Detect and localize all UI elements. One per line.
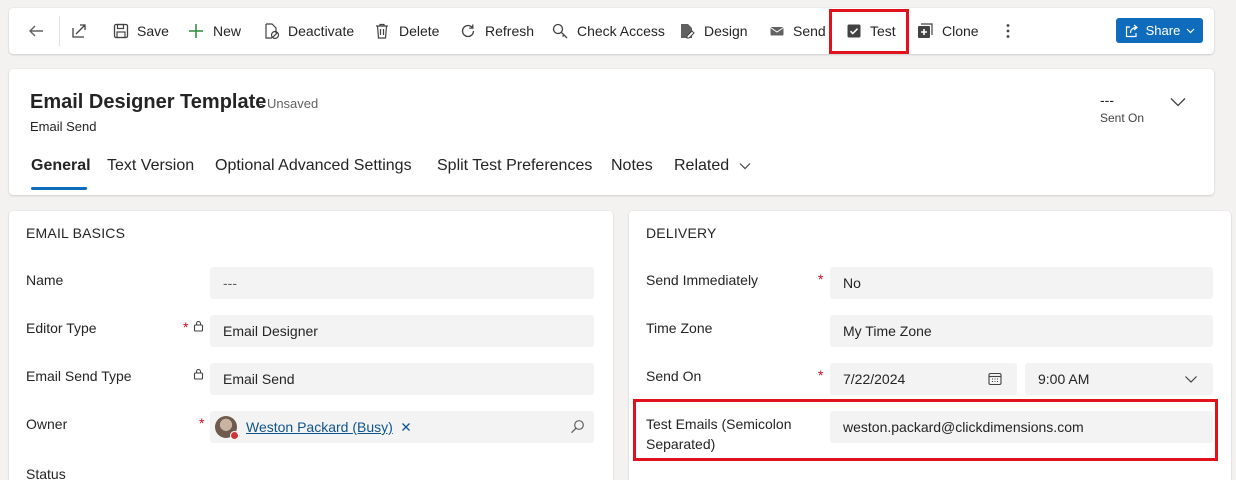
busy-presence-badge	[230, 431, 239, 440]
required-indicator: *	[818, 271, 824, 287]
chevron-down-icon	[1186, 28, 1195, 34]
owner-link[interactable]: Weston Packard (Busy)	[246, 419, 393, 435]
send-on-time-field[interactable]: 9:00 AM	[1025, 363, 1213, 395]
chevron-down-icon	[739, 163, 751, 170]
toolbar-divider	[59, 16, 60, 46]
calendar-icon[interactable]	[988, 372, 1002, 386]
email-basics-section: EMAIL BASICS Name --- Editor Type * Emai…	[9, 211, 613, 480]
test-emails-highlight-box	[633, 399, 1218, 461]
share-button[interactable]: Share	[1116, 18, 1203, 43]
tab-related-label: Related	[674, 157, 730, 174]
send-immediately-field[interactable]: No	[830, 267, 1213, 299]
editor-type-label: Editor Type	[26, 320, 97, 336]
deactivate-button[interactable]: Deactivate	[262, 18, 354, 44]
header-expand-button[interactable]	[1169, 95, 1187, 113]
tab-text-version[interactable]: Text Version	[107, 157, 194, 175]
lock-icon	[193, 368, 204, 380]
send-button[interactable]: Send	[769, 18, 826, 44]
clone-button[interactable]: Clone	[916, 18, 979, 44]
owner-lookup-field[interactable]: Weston Packard (Busy)	[210, 411, 594, 443]
design-label: Design	[704, 23, 748, 39]
send-on-time-value: 9:00 AM	[1038, 371, 1090, 387]
send-on-date-field[interactable]: 7/22/2024	[830, 363, 1017, 395]
search-icon[interactable]	[570, 419, 585, 434]
record-title: Email Designer Template	[30, 91, 267, 113]
popout-icon	[72, 24, 86, 38]
trash-icon	[376, 23, 388, 39]
lock-icon	[193, 320, 204, 332]
back-button[interactable]	[27, 18, 45, 44]
check-access-button[interactable]: Check Access	[551, 18, 665, 44]
email-send-type-label: Email Send Type	[26, 368, 132, 384]
tab-optional-advanced-settings[interactable]: Optional Advanced Settings	[215, 157, 412, 175]
design-icon	[681, 24, 695, 39]
owner-label: Owner	[26, 416, 68, 432]
chevron-down-icon[interactable]	[1184, 375, 1198, 384]
status-label: Status	[26, 466, 66, 480]
send-label: Send	[793, 23, 826, 39]
send-on-label: Send On	[646, 368, 702, 384]
delete-button[interactable]: Delete	[373, 18, 439, 44]
avatar	[215, 416, 239, 440]
required-indicator: *	[183, 319, 189, 335]
refresh-button[interactable]: Refresh	[459, 18, 534, 44]
time-zone-field[interactable]: My Time Zone	[830, 315, 1213, 347]
more-icon	[1006, 24, 1010, 38]
refresh-icon	[461, 24, 475, 38]
tab-split-test-preferences[interactable]: Split Test Preferences	[437, 157, 592, 175]
entity-name: Email Send	[30, 119, 97, 134]
share-label: Share	[1145, 23, 1181, 38]
save-button[interactable]: Save	[113, 18, 169, 44]
deactivate-label: Deactivate	[288, 23, 355, 39]
sent-on-value: ---	[1100, 92, 1114, 108]
time-zone-label: Time Zone	[646, 320, 713, 336]
email-send-type-field[interactable]: Email Send	[210, 363, 594, 395]
tab-related[interactable]: Related	[674, 157, 751, 175]
section-title: DELIVERY	[646, 225, 717, 241]
unsaved-indicator: - Unsaved	[259, 96, 319, 111]
test-highlight-box	[829, 9, 909, 54]
save-label: Save	[137, 23, 169, 39]
name-field[interactable]: ---	[210, 267, 594, 299]
deactivate-icon	[265, 23, 280, 40]
send-on-date-value: 7/22/2024	[843, 371, 906, 387]
close-icon[interactable]	[401, 422, 411, 432]
name-label: Name	[26, 272, 64, 288]
clone-icon	[918, 23, 933, 38]
editor-type-field[interactable]: Email Designer	[210, 315, 594, 347]
more-commands-button[interactable]	[1001, 18, 1015, 44]
check-access-label: Check Access	[577, 23, 665, 39]
plus-icon	[189, 24, 203, 38]
share-icon	[1125, 24, 1138, 37]
refresh-label: Refresh	[485, 23, 535, 39]
design-button[interactable]: Design	[678, 18, 748, 44]
clone-label: Clone	[942, 23, 979, 39]
check-access-icon	[552, 23, 568, 39]
active-tab-indicator	[31, 187, 87, 190]
send-immediately-label: Send Immediately	[646, 272, 759, 288]
back-icon	[29, 25, 43, 37]
delete-label: Delete	[399, 23, 440, 39]
new-button[interactable]: New	[187, 18, 241, 44]
mail-icon	[770, 27, 784, 36]
chevron-down-icon	[1170, 98, 1186, 107]
required-indicator: *	[199, 415, 205, 431]
sent-on-label: Sent On	[1100, 111, 1145, 125]
command-bar: Save New Deactivate Delete Refresh Check…	[9, 8, 1214, 54]
tab-general[interactable]: General	[31, 157, 91, 175]
record-header: Email Designer Template - Unsaved Email …	[9, 69, 1214, 195]
section-title: EMAIL BASICS	[26, 225, 126, 241]
new-label: New	[213, 23, 242, 39]
tab-notes[interactable]: Notes	[611, 157, 653, 175]
popout-button[interactable]	[70, 18, 88, 44]
save-icon	[113, 23, 129, 39]
required-indicator: *	[818, 367, 824, 383]
